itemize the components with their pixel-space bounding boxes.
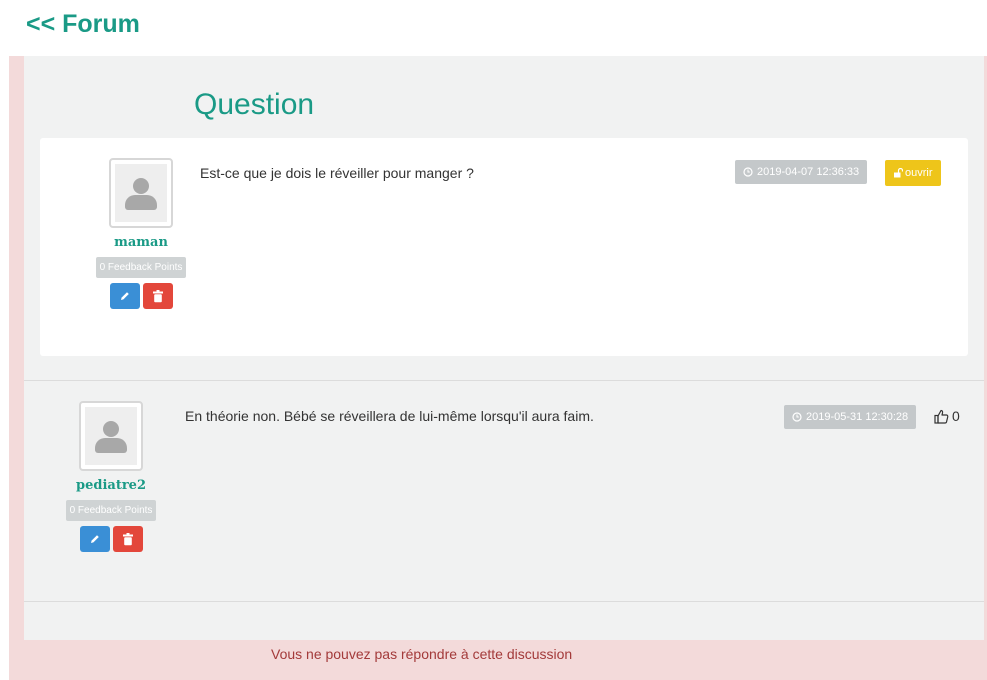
delete-button[interactable] — [142, 283, 173, 309]
feedback-points-badge: 0 Feedback Points — [95, 257, 187, 278]
reply-disabled-notice: Vous ne pouvez pas répondre à cette disc… — [271, 646, 573, 662]
edit-button[interactable] — [109, 283, 140, 309]
trash-icon — [122, 532, 133, 545]
clock-icon — [743, 167, 753, 177]
avatar[interactable] — [109, 158, 173, 228]
pencil-icon — [90, 535, 99, 543]
post-actions — [76, 283, 206, 309]
user-placeholder-icon — [85, 407, 137, 465]
user-placeholder-icon — [115, 164, 167, 222]
post-date-badge: 2019-04-07 12:36:33 — [735, 160, 868, 184]
post-date: 2019-04-07 12:36:33 — [757, 166, 860, 178]
author-name[interactable]: maman — [76, 235, 206, 250]
open-label: ouvrir — [905, 167, 933, 179]
post-date: 2019-05-31 12:30:28 — [806, 411, 909, 423]
discussion-content: Question maman 0 Feedback Points Est-ce … — [24, 56, 984, 640]
edit-button[interactable] — [79, 526, 110, 552]
post-date-badge: 2019-05-31 12:30:28 — [784, 405, 917, 429]
answer-author: pediatre2 0 Feedback Points — [46, 401, 176, 552]
unlock-icon — [894, 168, 903, 178]
avatar[interactable] — [79, 401, 143, 471]
question-text: Est-ce que je dois le réveiller pour man… — [200, 165, 474, 181]
open-button[interactable]: ouvrir — [885, 160, 941, 186]
clock-icon — [792, 412, 802, 422]
question-author: maman 0 Feedback Points — [76, 158, 206, 309]
thumbs-up-icon — [934, 409, 949, 424]
post-actions — [46, 526, 176, 552]
like-control[interactable]: 0 — [934, 408, 960, 424]
trash-icon — [152, 289, 163, 302]
pencil-icon — [120, 292, 129, 300]
author-name[interactable]: pediatre2 — [46, 478, 176, 493]
answer-item: pediatre2 0 Feedback Points En théorie n… — [24, 380, 984, 602]
feedback-points-badge: 0 Feedback Points — [65, 500, 157, 521]
answer-text: En théorie non. Bébé se réveillera de lu… — [185, 408, 594, 424]
page-title: Question — [194, 88, 315, 121]
back-to-forum-link[interactable]: << Forum — [26, 10, 140, 39]
like-count: 0 — [952, 408, 960, 424]
delete-button[interactable] — [112, 526, 143, 552]
question-card: maman 0 Feedback Points Est-ce que je do… — [40, 138, 968, 356]
discussion-panel: Question maman 0 Feedback Points Est-ce … — [9, 56, 987, 680]
